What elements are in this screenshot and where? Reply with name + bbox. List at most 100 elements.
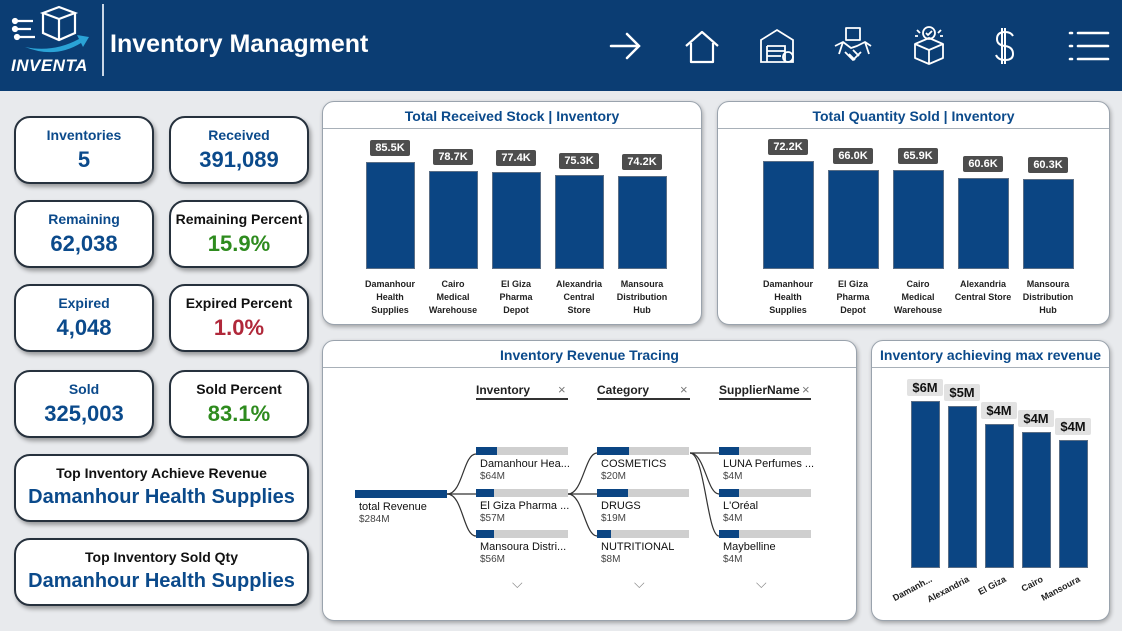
max-revenue-chart: Inventory achieving max revenue $6M Daman… (871, 340, 1110, 621)
kpi-card-remaining: Remaining 62,038 (14, 200, 154, 268)
node-name: DRUGS (601, 500, 641, 512)
kpi-label: Top Inventory Sold Qty (85, 549, 238, 565)
close-icon[interactable]: × (558, 382, 566, 397)
quantity-sold-chart: Total Quantity Sold | Inventory 72.2K Dam… (717, 101, 1110, 325)
data-label: $4M (1055, 418, 1091, 435)
bar[interactable] (762, 161, 814, 269)
node-name: El Giza Pharma ... (480, 500, 570, 512)
category-label-line: El Giza (500, 279, 531, 289)
category-label: Alexandria Central Store (949, 278, 1017, 304)
category-label-line: Pharma (499, 292, 533, 302)
bar[interactable] (1058, 440, 1088, 568)
app-header: INVENTA Inventory Managment (0, 0, 1122, 91)
category-label-line: Supplies (769, 305, 807, 315)
category-label-line: Health (376, 292, 404, 302)
node-value: $56M (480, 554, 506, 565)
category-label-line: Depot (503, 305, 529, 315)
category-label: El Giza Pharma Depot (819, 278, 887, 317)
bar[interactable] (428, 171, 478, 269)
node-name: COSMETICS (601, 458, 667, 470)
category-label-line: Alexandria (959, 279, 1007, 289)
data-label: 65.9K (898, 148, 938, 164)
home-icon[interactable] (680, 24, 724, 68)
bar[interactable] (984, 424, 1014, 568)
data-label: 74.2K (622, 154, 662, 170)
bar[interactable] (1022, 179, 1074, 269)
data-label: 85.5K (370, 140, 410, 156)
kpi-value: 15.9% (207, 231, 271, 256)
kpi-card-inventories: Inventories 5 (14, 116, 154, 184)
box-check-icon[interactable] (907, 24, 951, 68)
category-label-line: Cairo (441, 279, 465, 289)
logo-text: INVENTA (11, 56, 88, 75)
node-bar-fill (597, 447, 629, 455)
title-divider (718, 128, 1109, 129)
chart-title: Total Received Stock | Inventory (404, 108, 620, 124)
tree-header-supplier[interactable]: SupplierName (719, 383, 800, 397)
kpi-label: Remaining Percent (175, 211, 303, 227)
kpi-label: Received (208, 127, 270, 143)
data-label: 60.3K (1028, 157, 1068, 173)
node-value: $4M (723, 471, 743, 482)
dollar-icon[interactable] (983, 24, 1027, 68)
close-icon[interactable]: × (802, 382, 810, 397)
data-label: 78.7K (433, 149, 473, 165)
category-label-line: Store (567, 305, 591, 315)
tree-header-category[interactable]: Category (597, 383, 649, 397)
chevron-down-icon[interactable]: ⌵ (634, 575, 645, 592)
node-name: Maybelline (723, 541, 776, 553)
logo-divider (102, 4, 104, 76)
received-stock-chart: Total Received Stock | Inventory 85.5K Da… (322, 101, 702, 325)
category-label: Cairo Medical Warehouse (419, 278, 487, 317)
kpi-label: Top Inventory Achieve Revenue (56, 465, 267, 481)
category-label: El Giza Pharma Depot (482, 278, 550, 317)
bar[interactable] (365, 162, 415, 269)
node-value: $4M (723, 513, 743, 524)
bar[interactable] (617, 176, 667, 269)
tree-header-inventory[interactable]: Inventory (476, 383, 530, 397)
node-bar-fill (476, 489, 494, 497)
chart-title: Inventory achieving max revenue (880, 347, 1101, 363)
kpi-card-received: Received 391,089 (169, 116, 309, 184)
bar[interactable] (491, 172, 541, 269)
bar[interactable] (957, 178, 1009, 269)
category-label-line: Depot (840, 305, 866, 315)
node-bar-fill (476, 530, 494, 538)
kpi-card-top-revenue: Top Inventory Achieve Revenue Damanhour … (14, 454, 309, 522)
category-label: Damanhour Health Supplies (356, 278, 424, 317)
kpi-card-expired: Expired 4,048 (14, 284, 154, 352)
kpi-card-sold-percent: Sold Percent 83.1% (169, 370, 309, 438)
category-label-line: Supplies (371, 305, 409, 315)
node-name: L'Oréal (723, 500, 759, 512)
bar[interactable] (554, 175, 604, 269)
kpi-value: Damanhour Health Supplies (28, 486, 295, 508)
kpi-value: 391,089 (199, 147, 279, 172)
bar[interactable] (892, 170, 944, 269)
node-bar-fill (719, 530, 739, 538)
category-label-line: Health (774, 292, 802, 302)
kpi-value: 83.1% (207, 401, 271, 426)
data-label: 75.3K (559, 153, 599, 169)
root-name: total Revenue (359, 501, 427, 513)
bar[interactable] (827, 170, 879, 269)
data-label: 66.0K (833, 148, 873, 164)
category-label-line: Central (563, 292, 595, 302)
chart-title: Total Quantity Sold | Inventory (812, 108, 1015, 124)
menu-icon[interactable] (1066, 24, 1110, 68)
category-label-line: El Giza (837, 279, 868, 289)
chevron-down-icon[interactable]: ⌵ (512, 575, 523, 592)
data-label: $5M (944, 384, 980, 401)
bar[interactable] (910, 401, 940, 568)
kpi-label: Expired (58, 295, 110, 311)
bar[interactable] (1021, 432, 1051, 568)
category-label-line: Cairo (906, 279, 930, 289)
root-bar[interactable] (355, 490, 447, 498)
chevron-down-icon[interactable]: ⌵ (756, 575, 767, 592)
kpi-label: Expired Percent (185, 295, 293, 311)
arrow-right-icon[interactable] (603, 24, 647, 68)
bar[interactable] (947, 406, 977, 568)
title-divider (323, 128, 701, 129)
handshake-icon[interactable] (831, 24, 875, 68)
warehouse-icon[interactable] (755, 24, 799, 68)
close-icon[interactable]: × (680, 382, 688, 397)
